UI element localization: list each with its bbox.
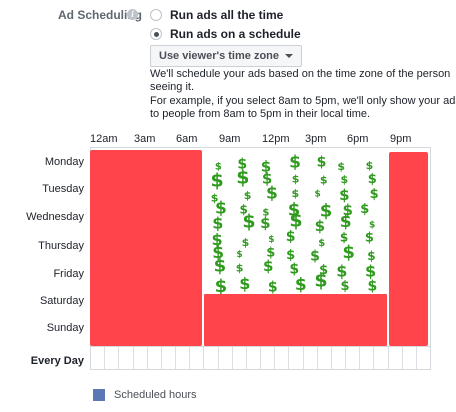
dollar-sign-icon: $ (360, 202, 369, 217)
dollar-sign-icon: $ (260, 214, 270, 232)
dollar-sign-icon: $ (341, 279, 350, 294)
dollar-sign-icon: $ (369, 221, 375, 231)
every-day-row[interactable] (90, 346, 431, 370)
dollar-sign-icon: $ (214, 256, 227, 277)
every-day-hour-cell[interactable] (275, 347, 290, 369)
dollar-sign-icon: $ (314, 270, 327, 292)
dollar-sign-icon: $ (365, 230, 374, 245)
dollar-sign-icon: $ (239, 274, 250, 293)
dollar-sign-icon: $ (368, 172, 377, 187)
dollar-sign-icon: $ (341, 173, 349, 186)
every-day-hour-cell[interactable] (389, 347, 403, 369)
dollar-sign-icon: $ (268, 235, 274, 245)
every-day-hour-cell[interactable] (261, 347, 276, 369)
dollar-sign-icon: $ (317, 155, 327, 171)
scheduled-block-weekend-daytime[interactable] (204, 294, 387, 346)
dollar-sign-icon: $ (242, 211, 255, 233)
every-day-hour-cell[interactable] (219, 347, 233, 369)
every-day-hour-cell[interactable] (105, 347, 120, 369)
every-day-hour-cell[interactable] (304, 347, 318, 369)
dollar-sign-icon: $ (336, 261, 347, 280)
every-day-hour-cell[interactable] (119, 347, 134, 369)
dollar-sign-icon: $ (315, 217, 325, 235)
dollar-sign-icon: $ (342, 242, 355, 263)
dollar-sign-icon: $ (366, 159, 374, 172)
dollar-sign-icon: $ (365, 261, 376, 280)
dollar-sign-icon: $ (370, 187, 379, 202)
dollar-sign-icon: $ (236, 261, 244, 274)
dollar-sign-icon: $ (292, 187, 300, 200)
dollar-sign-icon: $ (242, 236, 250, 249)
dollar-sign-icon: $ (337, 160, 345, 173)
dollar-sign-icon: $ (215, 276, 228, 297)
every-day-hour-cell[interactable] (417, 347, 430, 369)
dollar-sign-icon: $ (236, 250, 242, 260)
every-day-hour-cell[interactable] (247, 347, 262, 369)
every-day-hour-cell[interactable] (190, 347, 205, 369)
dollar-sign-icon: $ (315, 190, 321, 200)
dollar-sign-icon: $ (244, 189, 252, 202)
every-day-hour-cell[interactable] (374, 347, 389, 369)
dollar-sign-icon: $ (236, 167, 249, 189)
every-day-hour-cell[interactable] (204, 347, 219, 369)
dollar-sign-icon: $ (340, 212, 352, 232)
every-day-label: Every Day (30, 355, 84, 367)
legend-label: Scheduled hours (114, 389, 197, 401)
dollar-sign-icon: $ (266, 183, 278, 203)
every-day-hour-cell[interactable] (403, 347, 417, 369)
scheduled-block-late-hours[interactable] (389, 152, 428, 346)
dollar-sign-icon: $ (292, 173, 300, 186)
every-day-hour-cell[interactable] (148, 347, 162, 369)
dollar-sign-icon: $ (286, 229, 296, 245)
every-day-hour-cell[interactable] (176, 347, 191, 369)
dollar-sign-icon: $ (289, 153, 301, 173)
every-day-hour-cell[interactable] (332, 347, 347, 369)
dollar-sign-icon: $ (368, 279, 378, 295)
dollar-sign-icon: $ (268, 280, 278, 296)
legend-swatch (93, 389, 105, 401)
every-day-hour-cell[interactable] (346, 347, 361, 369)
every-day-hour-cell[interactable] (289, 347, 304, 369)
money-pattern-layer: $ $ $ $ $ $ $$ $ $ $ $ $ $$ $ $ $ $ $ $$ $ $ $ $ $ $$ $ $ $ $ $ $$ $ $ $ $… (211, 153, 379, 297)
dollar-sign-icon: $ (295, 275, 307, 295)
dollar-sign-icon: $ (318, 238, 325, 249)
dollar-sign-icon: $ (310, 249, 320, 265)
every-day-hour-cell[interactable] (233, 347, 247, 369)
dollar-sign-icon: $ (263, 257, 273, 275)
every-day-hour-cell[interactable] (134, 347, 148, 369)
every-day-hour-cell[interactable] (91, 347, 106, 369)
every-day-hour-cell[interactable] (360, 347, 375, 369)
dollar-sign-icon: $ (320, 174, 328, 187)
every-day-hour-cell[interactable] (318, 347, 332, 369)
every-day-hour-cell[interactable] (162, 347, 177, 369)
dollar-sign-icon: $ (211, 170, 224, 192)
scheduled-block-early-hours[interactable] (90, 150, 202, 346)
